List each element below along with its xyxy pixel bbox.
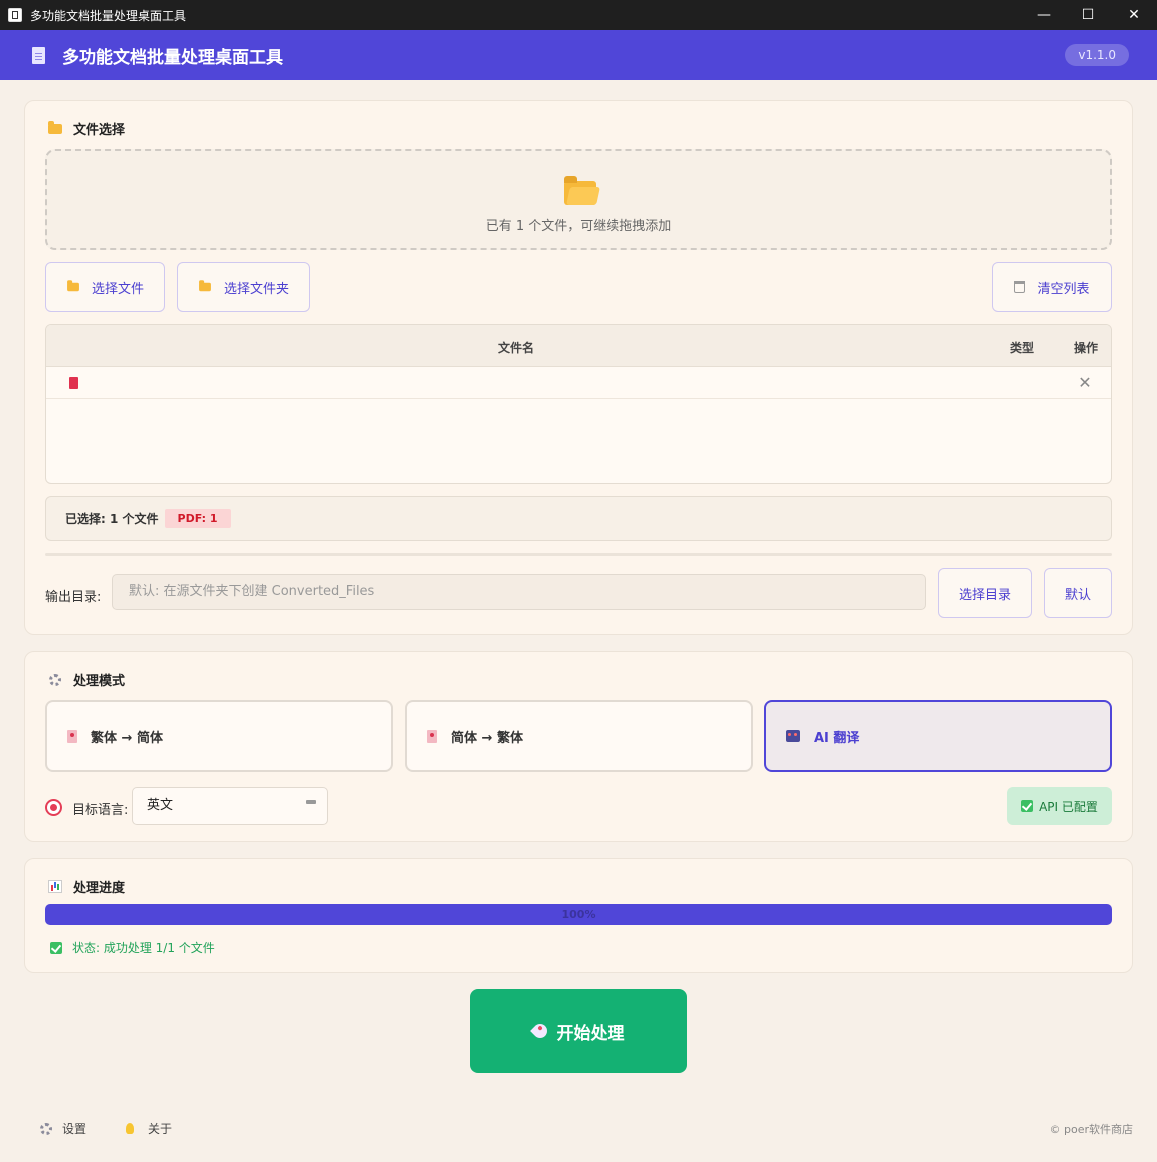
close-icon[interactable]: ✕ (1111, 0, 1157, 30)
folder-icon (67, 280, 79, 292)
mode-card: 处理模式 繁体 → 简体 简体 → 繁体 AI 翻译 目标语言: 英文 API … (24, 651, 1133, 842)
app-icon (8, 8, 22, 22)
divider (45, 553, 1112, 556)
lightbulb-icon (126, 1123, 134, 1134)
target-language-select[interactable]: 英文 (132, 787, 328, 825)
table-header: 文件名 类型 操作 (46, 325, 1111, 367)
progress-card: 处理进度 100% 状态: 成功处理 1/1 个文件 (24, 858, 1133, 973)
mode-simp-to-trad[interactable]: 简体 → 繁体 (405, 700, 753, 772)
target-icon (47, 801, 60, 814)
select-folder-button[interactable]: 选择文件夹 (177, 262, 310, 312)
app-title: 多功能文档批量处理桌面工具 (62, 47, 283, 68)
app-header: 多功能文档批量处理桌面工具 v1.1.0 (0, 30, 1157, 80)
choose-dir-button[interactable]: 选择目录 (938, 568, 1032, 618)
selection-summary: 已选择: 1 个文件 PDF: 1 (45, 496, 1112, 541)
default-dir-button[interactable]: 默认 (1044, 568, 1112, 618)
maximize-icon[interactable]: ☐ (1065, 0, 1111, 30)
chart-icon (47, 879, 63, 895)
mode-trad-to-simp[interactable]: 繁体 → 简体 (45, 700, 393, 772)
output-dir-input[interactable]: 默认: 在源文件夹下创建 Converted_Files (112, 574, 926, 610)
column-action: 操作 (1074, 341, 1099, 355)
about-link[interactable]: 关于 (126, 1120, 172, 1137)
mahjong-icon (67, 729, 77, 743)
start-processing-button[interactable]: 开始处理 (470, 989, 687, 1073)
settings-link[interactable]: 设置 (40, 1120, 86, 1137)
progress-percent: 100% (561, 908, 596, 921)
file-selection-card: 文件选择 已有 1 个文件，可继续拖拽添加 选择文件 选择文件夹 清空列表 文件… (24, 100, 1133, 635)
mode-section-title: 处理模式 (47, 670, 125, 689)
progress-bar: 100% (45, 904, 1112, 925)
folder-icon (47, 120, 63, 137)
api-status-badge: API 已配置 (1007, 787, 1112, 825)
status-line: 状态: 成功处理 1/1 个文件 (50, 939, 215, 956)
file-section-title: 文件选择 (47, 119, 125, 138)
version-badge: v1.1.0 (1065, 44, 1129, 66)
robot-icon (786, 730, 800, 742)
progress-section-title: 处理进度 (47, 877, 125, 896)
trash-icon (1014, 281, 1026, 293)
remove-file-icon[interactable]: ✕ (1077, 375, 1093, 391)
folder-icon (199, 280, 211, 292)
window-titlebar: 多功能文档批量处理桌面工具 — ☐ ✕ (0, 0, 1157, 30)
chevron-down-icon (306, 800, 316, 804)
clear-list-button[interactable]: 清空列表 (992, 262, 1112, 312)
selection-count: 已选择: 1 个文件 (65, 512, 159, 526)
window-title: 多功能文档批量处理桌面工具 (30, 8, 187, 23)
check-icon (50, 941, 62, 954)
drop-zone[interactable]: 已有 1 个文件，可继续拖拽添加 (45, 149, 1112, 250)
gear-icon (47, 672, 63, 688)
rocket-icon (529, 1021, 550, 1041)
mode-ai-translate[interactable]: AI 翻译 (764, 700, 1112, 772)
gear-icon (40, 1122, 52, 1135)
file-table: 文件名 类型 操作 ✕ (45, 324, 1112, 484)
pdf-icon (69, 377, 78, 389)
pdf-count-badge: PDF: 1 (164, 509, 231, 528)
check-icon (1021, 800, 1034, 812)
column-type: 类型 (1010, 341, 1035, 355)
output-dir-label: 输出目录: (45, 590, 102, 605)
table-row[interactable]: ✕ (46, 367, 1111, 399)
document-icon (32, 46, 45, 64)
status-text: 状态: 成功处理 1/1 个文件 (72, 941, 215, 955)
column-filename: 文件名 (498, 341, 535, 355)
target-language-label: 目标语言: (72, 803, 129, 818)
copyright: © poer软件商店 (1049, 1123, 1134, 1136)
drop-hint: 已有 1 个文件，可继续拖拽添加 (485, 219, 672, 234)
minimize-icon[interactable]: — (1021, 0, 1067, 30)
select-files-button[interactable]: 选择文件 (45, 262, 165, 312)
open-folder-icon (564, 176, 596, 205)
mahjong-icon (427, 729, 437, 743)
